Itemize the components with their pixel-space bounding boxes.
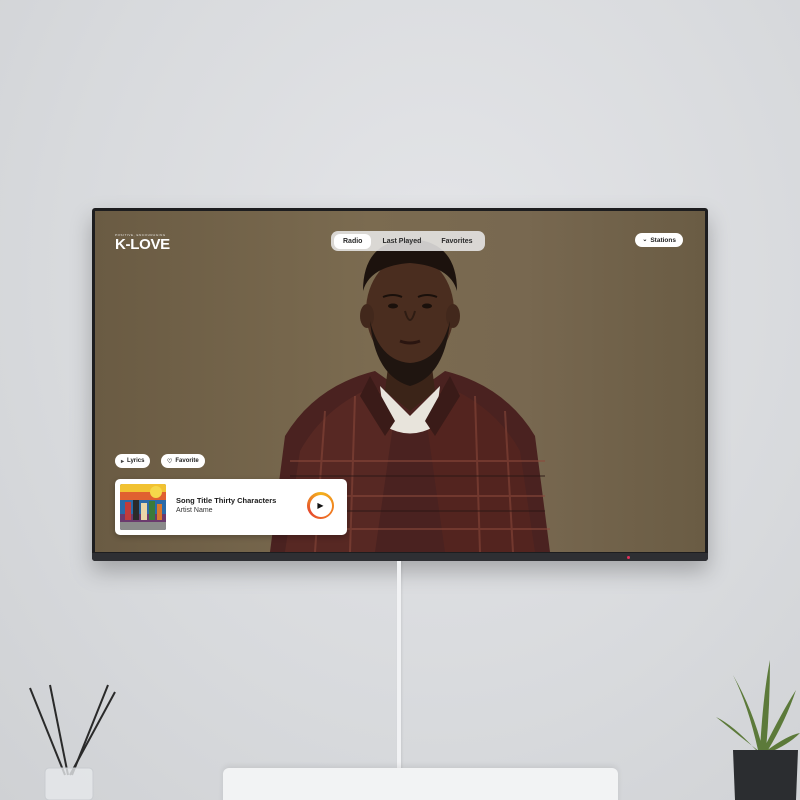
tv-cable [397,561,401,771]
tab-bar: Radio Last Played Favorites [331,231,485,251]
lyrics-icon: ▸ [121,458,125,465]
chevron-down-icon: ⌄ [642,237,648,243]
favorite-label: Favorite [175,458,199,464]
tv-screen: POSITIVE, ENCOURAGING K-LOVE Radio Last … [95,211,705,552]
play-icon: ▶ [309,494,332,517]
song-title: Song Title Thirty Characters [176,496,277,505]
reed-diffuser [29,684,116,800]
logo-text: K-LOVE [115,236,170,253]
lyrics-label: Lyrics [127,458,145,464]
album-art [120,484,166,530]
potted-plant [716,660,800,800]
tab-favorites[interactable]: Favorites [432,234,481,249]
artist-name: Artist Name [176,507,213,514]
lyrics-button[interactable]: ▸ Lyrics [115,454,151,468]
media-console [223,768,618,800]
play-button[interactable]: ▶ [307,492,334,519]
k-love-logo: POSITIVE, ENCOURAGING K-LOVE [115,233,170,252]
tab-radio[interactable]: Radio [334,233,372,249]
tv-bezel-bottom [92,553,708,561]
tv-frame: POSITIVE, ENCOURAGING K-LOVE Radio Last … [92,208,708,561]
stations-button[interactable]: ⌄ Stations [635,233,683,247]
heart-icon: ♡ [167,458,173,465]
tab-last-played[interactable]: Last Played [373,234,430,249]
logo-tagline: POSITIVE, ENCOURAGING [115,233,166,237]
favorite-button[interactable]: ♡ Favorite [161,454,205,468]
now-playing-card[interactable]: Song Title Thirty Characters Artist Name… [115,479,347,535]
tv-power-led [627,556,630,559]
stations-label: Stations [650,236,676,244]
